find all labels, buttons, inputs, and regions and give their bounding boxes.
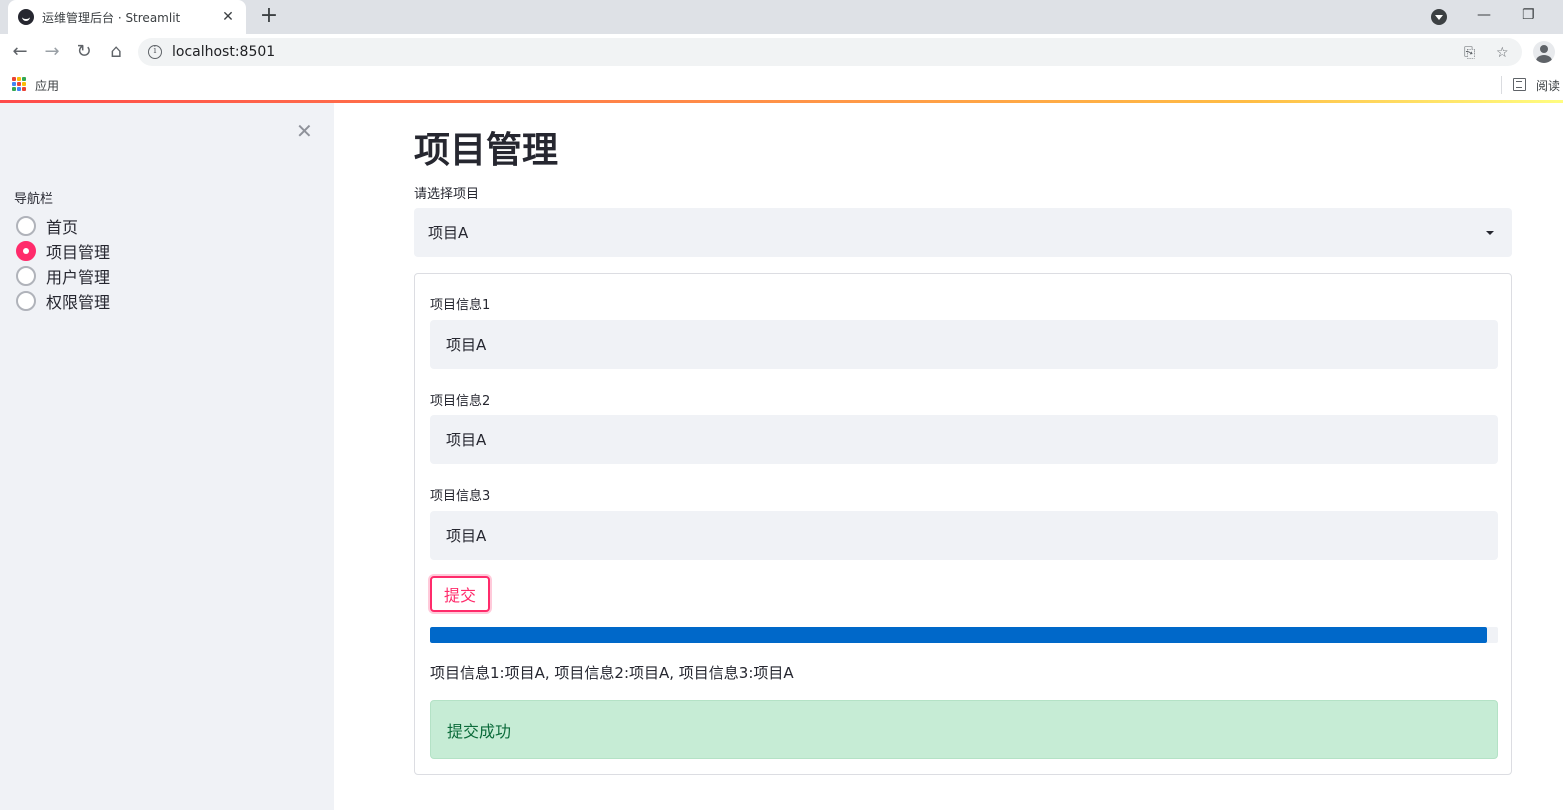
translate-icon[interactable]: ⎘ — [1464, 45, 1475, 61]
profile-avatar-icon[interactable] — [1533, 41, 1555, 63]
field-label-info1: 项目信息1 — [430, 298, 491, 313]
url-field[interactable]: i localhost:8501 ⎘ ☆ — [138, 38, 1522, 66]
restore-icon[interactable]: ❐ — [1522, 7, 1535, 23]
nav-radio-label[interactable]: 用户管理 — [46, 264, 110, 288]
bookmark-star-icon[interactable]: ☆ — [1496, 45, 1509, 61]
radio-circle-icon[interactable] — [16, 290, 36, 311]
reading-list-icon[interactable] — [1513, 78, 1526, 91]
project-form: 项目信息1 项目A 项目信息2 项目A 项目信息3 项目A 提交 项目信息1:项… — [414, 273, 1512, 775]
nav-radio-user-management[interactable]: 用户管理 — [16, 263, 110, 288]
bookmarks-bar: 应用 阅读 — [0, 70, 1563, 100]
nav-radio-label[interactable]: 首页 — [46, 214, 78, 238]
project-select[interactable]: 项目A — [414, 208, 1512, 257]
browser-tab[interactable]: 运维管理后台 · Streamlit ✕ — [8, 0, 246, 34]
success-alert: 提交成功 — [430, 700, 1498, 759]
reload-icon[interactable]: ↻ — [72, 40, 96, 64]
chevron-down-icon[interactable] — [1486, 230, 1494, 235]
apps-bookmark[interactable]: 应用 — [35, 77, 59, 94]
nav-radio-label[interactable]: 权限管理 — [46, 289, 110, 313]
browser-tab-bar: 运维管理后台 · Streamlit ✕ + — ❐ — [0, 0, 1563, 34]
progress-fill — [430, 627, 1488, 643]
nav-radio-home[interactable]: 首页 — [16, 213, 110, 238]
tab-search-icon[interactable] — [1431, 9, 1447, 25]
nav-radio-group: 首页 项目管理 用户管理 权限管理 — [16, 213, 110, 313]
nav-label: 导航栏 — [14, 192, 54, 207]
new-tab-button[interactable]: + — [258, 5, 280, 27]
input-info1[interactable]: 项目A — [430, 320, 1498, 369]
streamlit-favicon-icon — [18, 9, 34, 25]
submit-button[interactable]: 提交 — [430, 576, 490, 612]
nav-radio-permission-management[interactable]: 权限管理 — [16, 288, 110, 313]
bookmarks-divider — [1501, 76, 1502, 94]
radio-checked-icon[interactable] — [16, 240, 36, 261]
tab-close-icon[interactable]: ✕ — [220, 9, 236, 25]
tab-title: 运维管理后台 · Streamlit — [42, 10, 181, 25]
field-label-info2: 项目信息2 — [430, 394, 491, 409]
nav-radio-label[interactable]: 项目管理 — [46, 239, 110, 263]
site-info-icon[interactable]: i — [148, 45, 162, 59]
project-select-label: 请选择项目 — [414, 187, 480, 202]
input-info2[interactable]: 项目A — [430, 415, 1498, 464]
page-title: 项目管理 — [414, 130, 559, 171]
input-info3[interactable]: 项目A — [430, 511, 1498, 560]
url-text[interactable]: localhost:8501 — [172, 44, 275, 60]
nav-radio-project-management[interactable]: 项目管理 — [16, 238, 110, 263]
radio-circle-icon[interactable] — [16, 215, 36, 236]
result-text: 项目信息1:项目A, 项目信息2:项目A, 项目信息3:项目A — [430, 664, 794, 682]
forward-icon[interactable]: → — [40, 40, 64, 64]
project-select-value[interactable]: 项目A — [428, 222, 1486, 243]
reading-list-label[interactable]: 阅读 — [1536, 77, 1560, 94]
sidebar: ✕ 导航栏 首页 项目管理 用户管理 权限管理 — [0, 103, 334, 810]
minimize-icon[interactable]: — — [1477, 7, 1491, 23]
sidebar-close-icon[interactable]: ✕ — [296, 119, 313, 143]
home-icon[interactable]: ⌂ — [104, 40, 128, 64]
field-label-info3: 项目信息3 — [430, 489, 491, 504]
radio-circle-icon[interactable] — [16, 265, 36, 286]
apps-grid-icon[interactable] — [12, 77, 26, 91]
back-icon[interactable]: ← — [8, 40, 32, 64]
progress-bar — [430, 627, 1498, 643]
address-bar: ← → ↻ ⌂ i localhost:8501 ⎘ ☆ — [0, 34, 1563, 70]
